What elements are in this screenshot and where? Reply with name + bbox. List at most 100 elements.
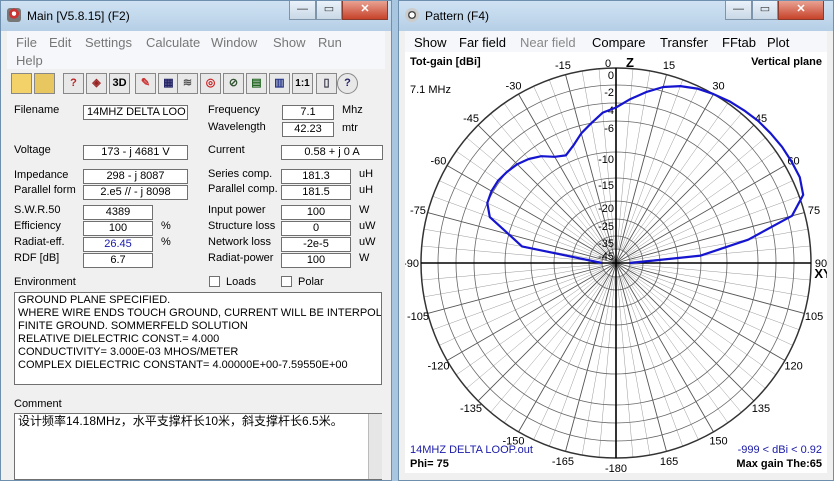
environment-line: COMPLEX DIELECTRIC CONSTANT= 4.00000E+00… [18,359,348,371]
menu-run[interactable]: Run [318,35,342,50]
rdf-field: 6.7 [83,253,153,268]
angle-label: -90 [405,258,419,270]
environment-line: GROUND PLANE SPECIFIED. [18,294,171,306]
angle-label: -120 [427,361,449,373]
efficiency-unit: % [161,220,171,232]
pattern-icon[interactable]: ≋ [177,73,198,94]
parallel-comp-field: 181.5 [281,185,351,200]
scale-icon[interactable]: 1:1 [292,73,313,94]
comment-textbox[interactable]: 设计频率14.18MHz，水平支撑杆长10米，斜支撑杆长6.5米。 [14,413,382,480]
pattern-close-button[interactable]: ✕ [778,1,824,20]
menu-show[interactable]: Show [273,35,306,50]
help-icon[interactable]: ? [337,73,358,94]
spoke-line [503,103,609,252]
menu-show[interactable]: Show [414,35,447,50]
menu-transfer[interactable]: Transfer [660,35,708,50]
ring-label: -45 [598,251,614,263]
target-icon[interactable]: ◎ [200,73,221,94]
book-icon[interactable]: ▯ [316,73,337,94]
angle-label: 150 [709,436,727,448]
loads-checkbox[interactable] [209,276,220,287]
menu-file[interactable]: File [16,35,37,50]
open-folder-icon[interactable] [11,73,32,94]
environment-textbox[interactable]: GROUND PLANE SPECIFIED. WHERE WIRE ENDS … [14,292,382,385]
pattern-minimize-button[interactable]: — [725,1,752,20]
network-loss-field: -2e-5 [281,237,351,252]
menu-calculate[interactable]: Calculate [146,35,200,50]
menu-help[interactable]: Help [16,53,43,68]
angle-label: -60 [431,156,447,168]
polar-checkbox[interactable] [281,276,292,287]
angle-label: -105 [407,311,429,323]
swr-label: S.W.R.50 [14,204,61,216]
structure-loss-label: Structure loss [208,220,276,232]
angle-label: -45 [463,113,479,125]
angle-label: 165 [660,456,678,468]
angle-label: -180 [605,463,627,473]
angle-label: 135 [752,403,770,415]
spoke-line [581,276,614,456]
edit-icon[interactable]: ✎ [135,73,156,94]
comment-scrollbar[interactable] [368,414,382,479]
ring-label: -35 [598,238,614,250]
ring-label: -20 [598,203,614,215]
environment-label: Environment [14,276,76,288]
menu-far-field[interactable]: Far field [459,35,506,50]
close-button[interactable]: ✕ [342,1,388,20]
spoke-line [629,228,809,261]
spoke-line [629,263,811,281]
ring-label: -25 [598,221,614,233]
polar-plot-area[interactable]: 0 -2 -4 -6 -10 -15 -20 -25 -35 -45 0 -15 15 -30 30 -45 4… [405,52,827,473]
spoke-line [421,245,603,263]
angle-label: -15 [555,60,571,72]
menu-fftab[interactable]: FFtab [722,35,756,50]
wavelength-field: 42.23 [282,122,334,137]
menu-compare[interactable]: Compare [592,35,645,50]
angle-label: 30 [712,80,724,92]
menu-window[interactable]: Window [211,35,257,50]
help-bulb-icon[interactable]: ? [63,73,84,94]
angle-label: -30 [506,80,522,92]
main-toolbar: ? ◈ 3D ✎ ▦ ≋ ◎ ⊘ ▤ ▥ 1:1 ▯ ? [11,71,359,97]
minimize-button[interactable]: — [289,1,316,20]
maximize-button[interactable]: ▭ [316,1,342,20]
pattern-menubar: Show Far field Near field Compare Transf… [405,31,827,53]
angle-label: 75 [808,205,820,217]
network-loss-unit: uW [359,236,376,248]
chart-icon[interactable]: ⊘ [223,73,244,94]
spoke-line [627,270,776,376]
main-menubar: File Edit Settings Calculate Window Show… [7,31,385,69]
table-icon[interactable]: ▤ [246,73,267,94]
frequency-field[interactable]: 7.1 [282,105,334,120]
cube-icon[interactable]: ◈ [86,73,107,94]
frequency-label: Frequency [208,104,260,116]
network-loss-label: Network loss [208,236,271,248]
monitor-icon[interactable]: ▥ [269,73,290,94]
save-icon[interactable] [34,73,55,94]
angle-label: 120 [784,361,802,373]
menu-edit[interactable]: Edit [49,35,71,50]
environment-line: WHERE WIRE ENDS TOUCH GROUND, CURRENT WI… [18,307,382,319]
polar-label: Polar [298,276,324,288]
parallel-form-label: Parallel form [14,184,76,196]
menu-settings[interactable]: Settings [85,35,132,50]
input-power-field[interactable]: 100 [281,205,351,220]
phi-label: Phi= 75 [410,458,449,470]
ring-label: -2 [604,87,614,99]
3d-icon[interactable]: 3D [109,73,130,94]
pattern-maximize-button[interactable]: ▭ [752,1,778,20]
main-titlebar[interactable]: Main [V5.8.15] (F2) — ▭ ✕ [1,1,391,31]
grid-icon[interactable]: ▦ [158,73,179,94]
angle-label: 105 [805,311,823,323]
menu-plot[interactable]: Plot [767,35,789,50]
current-label: Current [208,144,245,156]
tot-gain-label: Tot-gain [dBi] [410,56,481,68]
spoke-line [446,262,617,361]
filename-field[interactable]: 14MHZ DELTA LOO [83,105,188,120]
pattern-titlebar[interactable]: Pattern (F4) — ▭ ✕ [399,1,833,31]
spoke-line [615,262,786,361]
parallel-comp-unit: uH [359,184,374,196]
spoke-line [615,262,714,433]
menu-near-field[interactable]: Near field [520,35,576,50]
radiat-eff-field: 26.45 [83,237,153,252]
